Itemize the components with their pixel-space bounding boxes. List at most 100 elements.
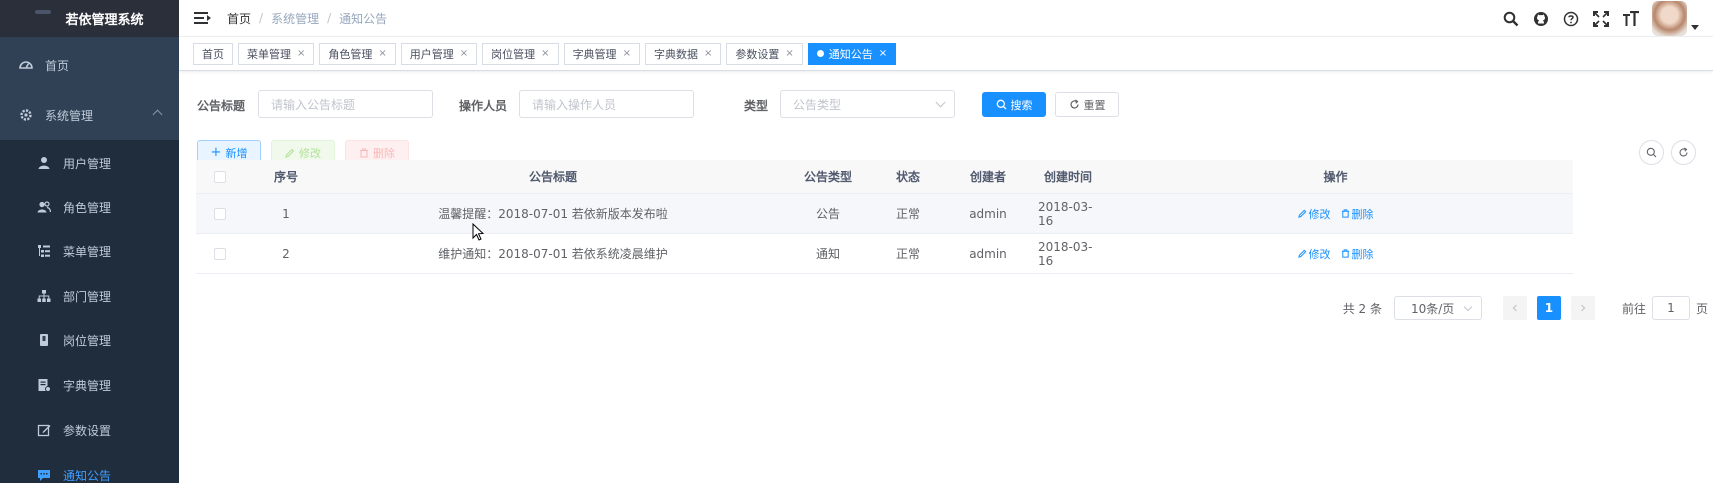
avatar[interactable] (1652, 1, 1687, 36)
search-button[interactable]: 搜索 (982, 92, 1046, 117)
sidebar-item-posts[interactable]: 岗位管理 (0, 318, 179, 362)
title-search-input[interactable]: 请输入公告标题 (258, 90, 433, 118)
close-icon[interactable]: × (297, 48, 305, 59)
breadcrumb-system: 系统管理 (271, 11, 320, 26)
fullscreen-icon[interactable] (1592, 10, 1610, 28)
caret-down-icon[interactable] (1691, 25, 1699, 30)
sidebar-item-home[interactable]: 首页 (0, 43, 179, 87)
close-icon[interactable]: × (704, 48, 712, 59)
tag-users[interactable]: 用户管理 × (400, 42, 478, 65)
message-icon (37, 468, 51, 482)
page-number-button[interactable]: 1 (1536, 296, 1561, 320)
mouse-cursor-icon (472, 223, 484, 241)
sidebar-item-label: 菜单管理 (63, 244, 112, 259)
trash-icon (360, 147, 368, 158)
operator-search-input[interactable]: 请输入操作人员 (519, 90, 694, 118)
header-actions: 操作 (1323, 170, 1348, 184)
row-checkbox[interactable] (214, 247, 226, 260)
font-size-icon[interactable] (1622, 10, 1640, 28)
github-icon[interactable] (1532, 10, 1550, 28)
refresh-icon (1069, 99, 1079, 109)
sidebar-item-label: 系统管理 (45, 108, 94, 123)
sidebar-item-users[interactable]: 用户管理 (0, 141, 179, 185)
sidebar-item-dicts[interactable]: 字典管理 (0, 363, 179, 407)
type-select[interactable]: 公告类型 (780, 90, 955, 118)
row-checkbox[interactable] (214, 207, 226, 220)
cell-type: 公告 (815, 207, 840, 221)
sidebar-item-system[interactable]: 系统管理 (0, 93, 179, 137)
header-checkbox-cell (196, 160, 244, 193)
row-delete-link[interactable]: 删除 (1341, 246, 1374, 262)
delete-button-label: 删除 (373, 146, 395, 160)
sidebar-item-configs[interactable]: 参数设置 (0, 408, 179, 452)
tag-configs[interactable]: 参数设置 × (726, 42, 803, 65)
toggle-search-button[interactable] (1639, 140, 1664, 165)
sidebar-logo[interactable]: 若依管理系统 (0, 0, 179, 37)
breadcrumb-home[interactable]: 首页 (227, 10, 251, 27)
cell-status: 正常 (895, 207, 920, 221)
reset-button[interactable]: 重置 (1055, 92, 1119, 117)
tag-dict-data[interactable]: 字典数据 × (644, 42, 722, 65)
sidebar-item-menus[interactable]: 菜单管理 (0, 229, 179, 273)
sidebar-item-label: 角色管理 (63, 200, 112, 215)
edit-icon (37, 423, 51, 437)
close-icon[interactable]: × (378, 48, 386, 59)
pagination: 共 2 条 10条/页 1 前往 1 页 (1343, 296, 1708, 320)
trash-icon (1341, 209, 1349, 218)
cell-no: 1 (282, 206, 290, 221)
sidebar-item-label: 参数设置 (63, 423, 112, 438)
row-edit-label: 修改 (1308, 207, 1331, 221)
sidebar-item-notices[interactable]: 通知公告 (0, 453, 179, 483)
row-edit-link[interactable]: 修改 (1297, 246, 1331, 262)
operator-label: 操作人员 (459, 99, 508, 113)
user-icon (37, 156, 51, 170)
tag-menus[interactable]: 菜单管理 × (238, 42, 315, 65)
prev-page-button[interactable] (1502, 296, 1527, 320)
next-page-button[interactable] (1570, 296, 1595, 320)
tag-label: 字典数据 (653, 47, 698, 61)
page-size-select[interactable]: 10条/页 (1393, 296, 1482, 320)
sidebar-item-label: 首页 (45, 58, 70, 73)
tag-notices[interactable]: 通知公告 × (807, 42, 897, 65)
sidebar-item-label: 用户管理 (63, 156, 112, 171)
chevron-down-icon (935, 97, 946, 108)
row-delete-link[interactable]: 删除 (1341, 206, 1374, 222)
tag-home[interactable]: 首页 (193, 42, 233, 65)
tag-roles[interactable]: 角色管理 × (319, 42, 396, 65)
gear-icon (19, 108, 33, 122)
cell-creator: admin (969, 246, 1007, 261)
edit-icon (1297, 249, 1306, 258)
close-icon[interactable]: × (460, 48, 468, 59)
row-checkbox-cell (196, 234, 244, 273)
type-select-placeholder: 公告类型 (793, 97, 842, 112)
close-icon[interactable]: × (623, 48, 631, 59)
close-icon[interactable]: × (541, 48, 549, 59)
sidebar-item-roles[interactable]: 角色管理 (0, 185, 179, 229)
sidebar-item-depts[interactable]: 部门管理 (0, 274, 179, 318)
select-all-checkbox[interactable] (214, 170, 226, 183)
table-row[interactable]: 2 维护通知：2018-07-01 若依系统凌晨维护 通知 正常 admin 2… (196, 234, 1573, 274)
trash-icon (1341, 249, 1349, 258)
row-edit-link[interactable]: 修改 (1297, 206, 1331, 222)
header-status: 状态 (895, 170, 920, 184)
active-dot-icon (816, 50, 824, 57)
table-row[interactable]: 1 温馨提醒：2018-07-01 若依新版本发布啦 公告 正常 admin 2… (196, 194, 1573, 234)
chevron-down-icon (1463, 302, 1473, 312)
edit-icon (285, 148, 295, 158)
question-icon[interactable] (1562, 10, 1580, 28)
row-checkbox-cell (196, 194, 244, 233)
tag-dicts[interactable]: 字典管理 × (563, 42, 640, 65)
jump-page-input[interactable]: 1 (1651, 296, 1690, 320)
tag-label: 角色管理 (328, 47, 373, 61)
close-icon[interactable]: × (879, 48, 887, 59)
header-creator: 创建者 (969, 170, 1006, 184)
close-icon[interactable]: × (785, 48, 793, 59)
notice-table: 序号 公告标题 公告类型 状态 创建者 创建时间 操作 1 温馨提醒：2018-… (196, 160, 1573, 278)
tag-posts[interactable]: 岗位管理 × (482, 42, 559, 65)
search-icon[interactable] (1502, 10, 1520, 28)
post-icon (37, 333, 51, 347)
add-button-label: 新增 (225, 146, 248, 160)
refresh-button[interactable] (1671, 140, 1696, 165)
hamburger-icon[interactable] (194, 11, 212, 25)
cell-status: 正常 (895, 247, 920, 261)
